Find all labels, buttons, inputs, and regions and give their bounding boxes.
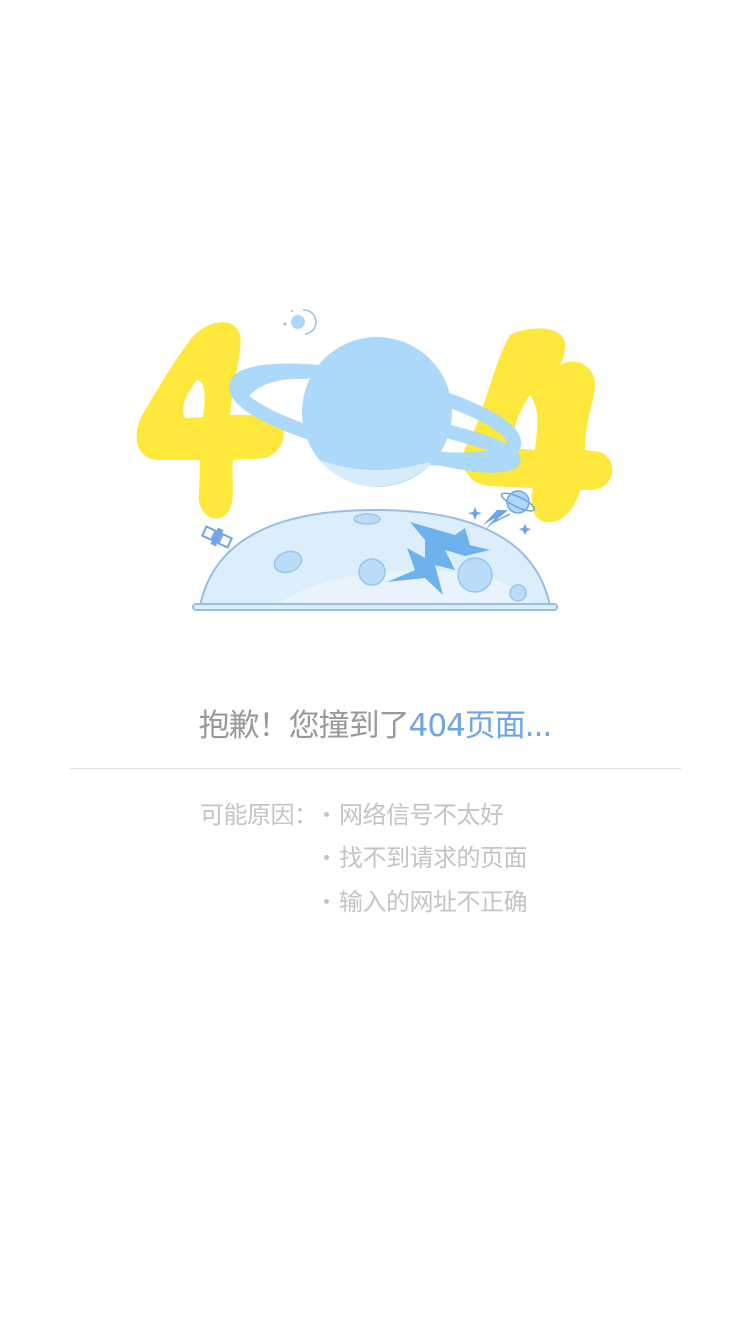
reason-text: 找不到请求的页面	[339, 844, 528, 872]
bullet-icon	[324, 811, 329, 817]
reasons-label: 可能原因：	[200, 801, 318, 829]
small-moon-icon	[283, 309, 317, 335]
error-message-code: 404页面...	[408, 708, 553, 744]
bullet-icon	[324, 854, 329, 860]
moon-dome	[192, 508, 558, 611]
reason-text: 输入的网址不正确	[339, 888, 528, 916]
reason-item: 网络信号不太好	[324, 795, 504, 830]
reason-item: 输入的网址不正确	[324, 882, 528, 917]
digit-four-right-icon	[462, 328, 613, 523]
bullet-icon	[324, 898, 329, 904]
error-message: 抱歉！您撞到了404页面...	[0, 700, 750, 745]
comet-icon	[483, 490, 536, 530]
reason-item: 找不到请求的页面	[324, 838, 528, 873]
error-message-prefix: 抱歉！您撞到了	[198, 708, 410, 744]
divider	[70, 768, 681, 769]
404-illustration	[136, 309, 613, 611]
reason-text: 网络信号不太好	[339, 801, 504, 829]
satellite-icon	[200, 525, 234, 549]
